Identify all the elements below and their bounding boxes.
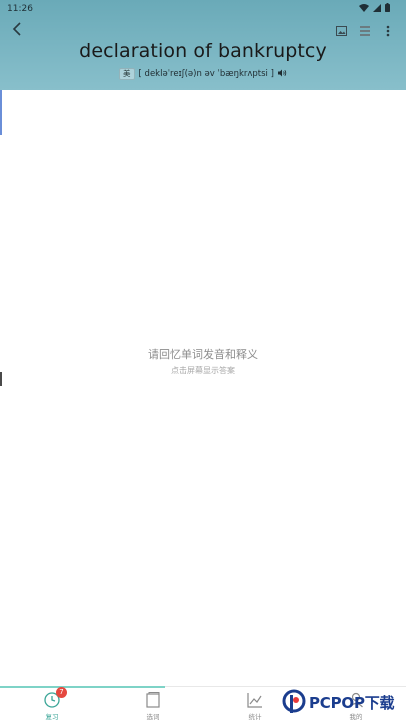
nav-review[interactable]: 7 复习 — [32, 687, 72, 721]
signal-icon — [373, 3, 381, 15]
battery-icon — [385, 3, 390, 15]
nav-stats[interactable]: 统计 — [235, 691, 275, 721]
nav-active-indicator — [0, 686, 165, 688]
more-vertical-icon — [386, 25, 389, 36]
grid-icon — [359, 25, 370, 36]
review-badge: 7 — [56, 687, 67, 698]
more-button[interactable] — [381, 24, 394, 37]
nav-select[interactable]: 选词 — [133, 691, 173, 721]
back-button[interactable] — [8, 20, 26, 38]
chart-icon — [246, 691, 264, 709]
phonetic-text: [ dekləˈreɪʃ(ə)n əv ˈbæŋkrʌptsi ] — [138, 69, 274, 79]
reveal-area[interactable]: 请回忆单词发音和释义 点击屏幕显示答案 — [0, 346, 406, 376]
wifi-icon — [359, 3, 369, 15]
review-clock-icon: 7 — [43, 687, 67, 709]
phonetic-row: 美 [ dekləˈreɪʃ(ə)n əv ˈbæŋkrʌptsi ] — [0, 68, 406, 80]
status-bar: 11:26 — [0, 0, 406, 18]
speaker-icon[interactable] — [277, 69, 287, 80]
watermark-logo: PCPOP下载 — [282, 684, 406, 720]
book-icon — [144, 691, 162, 709]
image-button[interactable] — [335, 24, 348, 37]
prompt-main: 请回忆单词发音和释义 — [148, 348, 258, 361]
status-time: 11:26 — [7, 4, 33, 14]
toolbar — [335, 24, 394, 37]
image-icon — [336, 25, 347, 36]
status-icons — [359, 3, 390, 15]
accent-tag[interactable]: 美 — [119, 68, 135, 80]
logo-icon — [282, 689, 306, 713]
grid-button[interactable] — [358, 24, 371, 37]
chevron-left-icon — [12, 22, 21, 36]
word-title: declaration of bankruptcy — [79, 40, 327, 62]
left-edge-accent — [0, 90, 2, 135]
prompt-sub: 点击屏幕显示答案 — [171, 366, 235, 375]
header: 11:26 declaration of bankruptcy 美 [dekl… — [0, 0, 406, 90]
watermark-text: PCPOP下载 — [309, 693, 395, 712]
